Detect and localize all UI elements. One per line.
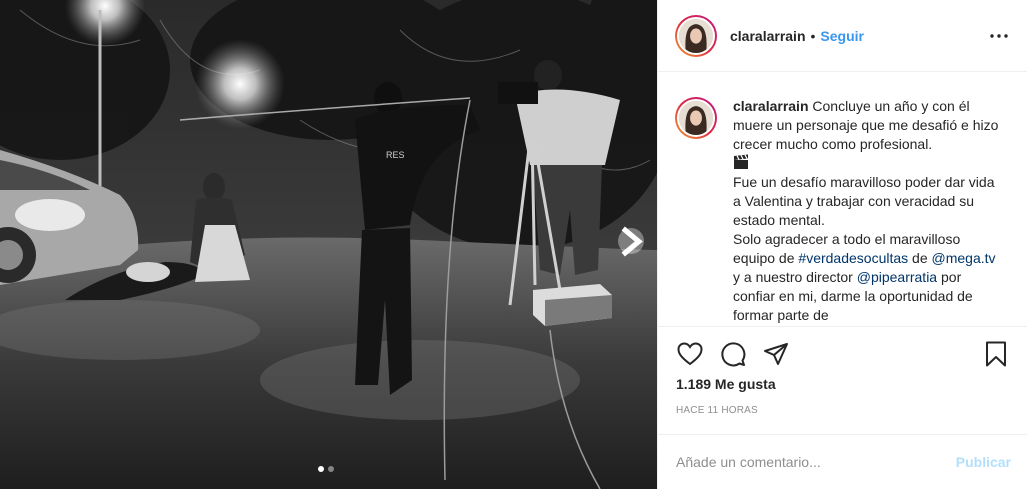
caption-text: claralarrain Concluye un año y con él mu… [733,97,1003,326]
carousel-next-button[interactable] [618,226,644,256]
more-horizontal-icon [990,33,1008,38]
post-details-panel: claralarrain • Seguir claralarrain Concl… [657,0,1027,489]
heart-icon [677,342,703,366]
action-bar [658,326,1027,382]
caption-text-segment: y a nuestro director [733,269,857,285]
svg-text:RES: RES [386,150,405,160]
caption-username-link[interactable]: claralarrain [733,98,809,114]
photo-image: RES [0,0,657,489]
post-photo[interactable]: RES [0,0,657,489]
like-button[interactable] [675,339,705,369]
share-icon [764,343,788,365]
comment-input[interactable] [676,454,956,470]
bookmark-icon [986,341,1006,367]
comment-form: Publicar [658,434,1027,489]
mention-link[interactable]: @mega.tv [932,250,996,266]
share-button[interactable] [761,339,791,369]
caption-avatar[interactable] [675,97,717,139]
follow-button[interactable]: Seguir [820,28,864,44]
mention-link[interactable]: @pipearratia [857,269,937,285]
carousel-dot [328,466,334,472]
username-link[interactable]: claralarrain [730,28,806,44]
save-button[interactable] [981,339,1011,369]
caption-line: Fue un desafío maravilloso poder dar vid… [733,174,995,228]
avatar-image [679,101,713,135]
post-timestamp[interactable]: HACE 11 HORAS [676,405,758,416]
chevron-right-icon [621,226,643,256]
caption-section: claralarrain Concluye un año y con él mu… [658,73,1027,326]
publish-comment-button[interactable]: Publicar [956,454,1011,470]
comment-icon [721,342,746,367]
comment-button[interactable] [718,339,748,369]
post-header: claralarrain • Seguir [658,0,1027,72]
carousel-dot-active [318,466,324,472]
hashtag-link[interactable]: #verdadesocultas [798,250,908,266]
more-options-button[interactable] [987,24,1011,48]
likes-count[interactable]: 1.189 Me gusta [676,376,776,392]
separator-dot: • [810,27,816,44]
carousel-indicator [318,466,334,472]
caption-text-segment: de [908,250,932,266]
avatar-image [679,18,713,53]
clapper-board-icon [734,154,748,169]
avatar[interactable] [675,14,717,57]
